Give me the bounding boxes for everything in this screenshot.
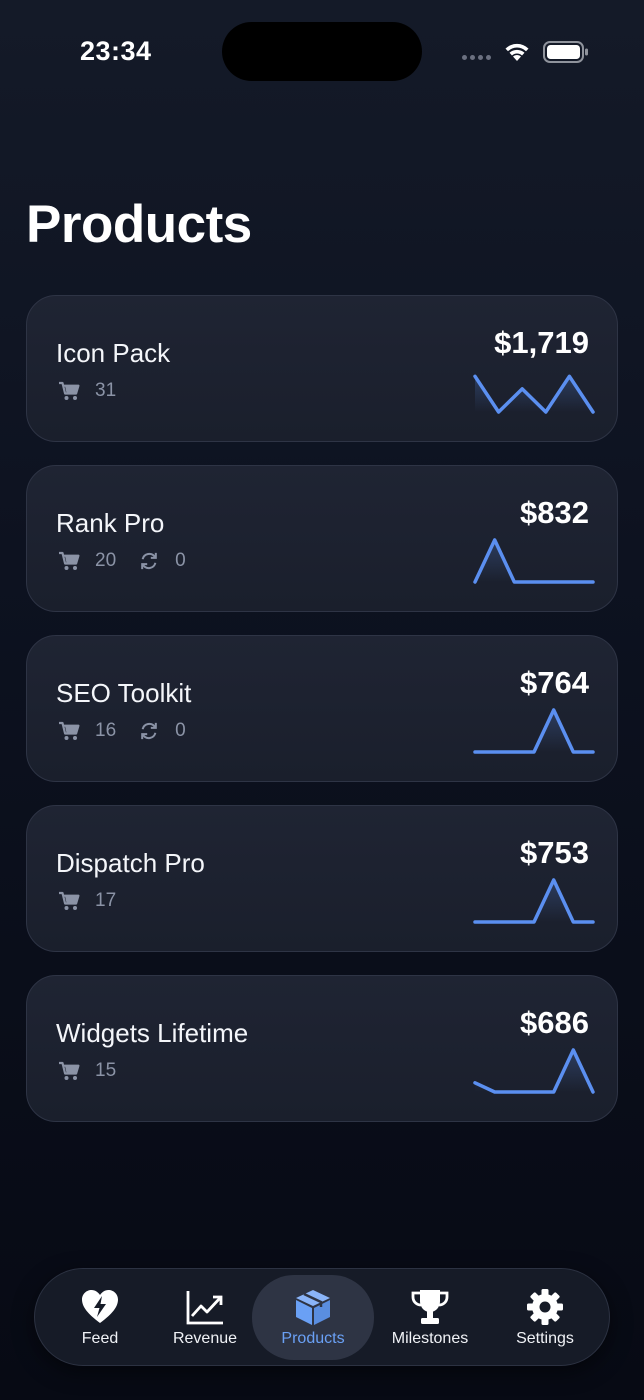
tab-label: Settings	[516, 1329, 574, 1347]
sales-count: 17	[95, 890, 117, 911]
cart-icon	[59, 891, 80, 910]
product-meta: 20 0	[58, 550, 208, 572]
sales-count: 31	[95, 380, 117, 401]
product-name: Rank Pro	[56, 508, 165, 538]
trophy-icon	[411, 1289, 449, 1324]
tab-milestones[interactable]: Milestones	[383, 1275, 477, 1360]
sales-count: 20	[95, 550, 117, 571]
tab-label: Products	[281, 1329, 345, 1347]
sparkline-area	[475, 710, 593, 752]
product-name: SEO Toolkit	[56, 678, 192, 708]
product-list: Icon Pack 31 $1,719 Rank Pro 20 0 $832 S…	[26, 295, 618, 1145]
product-card[interactable]: Dispatch Pro 17 $753	[26, 805, 618, 952]
product-meta: 31	[58, 380, 138, 402]
revenue-sparkline	[473, 1048, 595, 1094]
product-revenue: $1,719	[494, 325, 589, 360]
product-meta: 17	[58, 890, 138, 912]
gear-icon	[527, 1288, 563, 1325]
revenue-sparkline	[473, 374, 595, 414]
status-time: 23:34	[80, 36, 152, 66]
refresh-icon	[141, 722, 157, 740]
product-name: Icon Pack	[56, 338, 171, 368]
product-revenue: $764	[520, 665, 589, 700]
product-card[interactable]: Rank Pro 20 0 $832	[26, 465, 618, 612]
revenue-sparkline	[473, 708, 595, 754]
cart-icon	[59, 1061, 80, 1080]
tab-label: Feed	[81, 1329, 119, 1347]
tab-revenue[interactable]: Revenue	[163, 1275, 247, 1360]
product-meta: 15	[58, 1060, 138, 1082]
revenue-sparkline	[473, 878, 595, 924]
heart-bolt-icon	[82, 1289, 118, 1323]
dynamic-island	[222, 22, 422, 81]
cart-icon	[59, 381, 80, 400]
renewal-count: 0	[175, 720, 186, 741]
product-card[interactable]: Widgets Lifetime 15 $686	[26, 975, 618, 1122]
sparkline-area	[475, 880, 593, 922]
tab-products[interactable]: Products	[252, 1275, 374, 1360]
product-card[interactable]: SEO Toolkit 16 0 $764	[26, 635, 618, 782]
sparkline-line	[473, 878, 595, 924]
battery-icon	[543, 41, 588, 63]
tab-bar: Feed Revenue Products Milestones Setting…	[34, 1268, 610, 1366]
product-meta: 16 0	[58, 720, 208, 742]
renewal-count: 0	[175, 550, 186, 571]
tab-label: Milestones	[391, 1329, 469, 1347]
page-title: Products	[26, 195, 252, 254]
tab-settings[interactable]: Settings	[505, 1275, 585, 1360]
revenue-sparkline	[473, 538, 595, 584]
tab-feed[interactable]: Feed	[61, 1275, 139, 1360]
cart-icon	[59, 721, 80, 740]
product-revenue: $832	[520, 495, 589, 530]
product-name: Widgets Lifetime	[56, 1018, 249, 1048]
sparkline-area	[475, 376, 593, 412]
tab-label: Revenue	[172, 1329, 238, 1347]
product-name: Dispatch Pro	[56, 848, 205, 878]
sparkline-line	[473, 708, 595, 754]
product-revenue: $686	[520, 1005, 589, 1040]
wifi-icon	[505, 43, 529, 61]
refresh-icon	[141, 552, 157, 570]
box-icon	[296, 1289, 330, 1325]
sales-count: 15	[95, 1060, 117, 1081]
product-revenue: $753	[520, 835, 589, 870]
chart-trend-icon	[186, 1290, 223, 1324]
product-card[interactable]: Icon Pack 31 $1,719	[26, 295, 618, 442]
sales-count: 16	[95, 720, 117, 741]
cart-icon	[59, 551, 80, 570]
cellular-signal-icon	[462, 55, 491, 60]
